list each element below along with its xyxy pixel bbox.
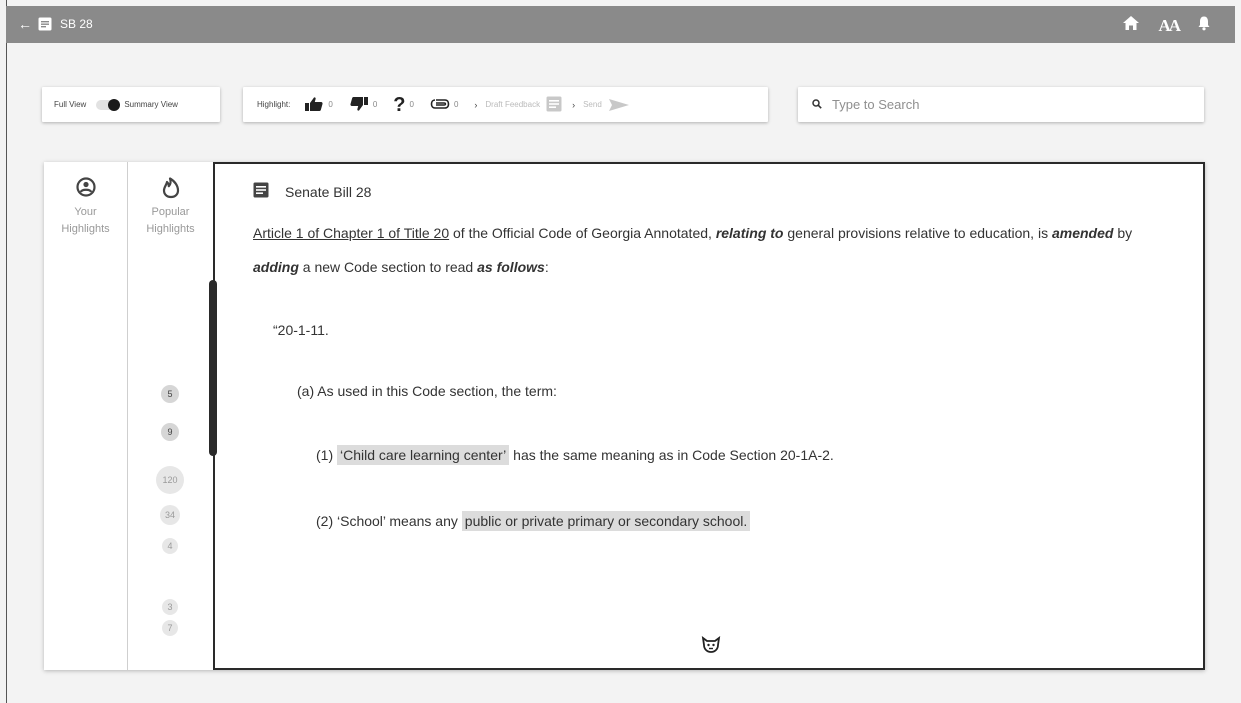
question-icon: ?	[393, 93, 406, 116]
highlight-count-bubble[interactable]: 4	[162, 538, 178, 554]
popular-highlights-label-1: Popular	[151, 206, 190, 218]
definition-item-2: (2) ‘School’ means any public or private…	[316, 511, 751, 531]
your-highlights-column: Your Highlights	[44, 162, 128, 670]
chevron-right-icon-2: ›	[572, 99, 576, 110]
appbar-actions: AA	[1122, 15, 1211, 36]
search-input[interactable]	[832, 97, 1172, 112]
intro-emphasis: adding	[253, 259, 299, 275]
your-highlights-tab[interactable]: Your Highlights	[44, 177, 127, 238]
bell-icon[interactable]	[1197, 15, 1211, 36]
highlighted-text[interactable]: ‘Child care learning center’	[337, 445, 510, 465]
app-title: SB 28	[60, 17, 93, 31]
intro-text: of the Official Code of Georgia Annotate…	[449, 225, 716, 241]
search-box	[798, 87, 1204, 122]
arrow-left-icon[interactable]: ←	[18, 15, 32, 33]
send-button[interactable]: Send	[583, 98, 630, 112]
intro-text: general provisions relative to education…	[783, 225, 1052, 241]
app-bar: ← SB 28 AA	[6, 6, 1235, 43]
home-icon[interactable]	[1122, 15, 1140, 36]
attachment-count: 0	[453, 100, 459, 109]
highlight-count-bubble[interactable]: 7	[162, 620, 178, 636]
attachment-button[interactable]: 0	[430, 98, 458, 112]
intro-emphasis: as follows	[477, 259, 545, 275]
highlighted-text[interactable]: public or private primary or secondary s…	[461, 511, 751, 531]
intro-text: a new Code section to read	[298, 259, 478, 275]
main-panel: Your Highlights Popular Highlights 5 9 1…	[44, 162, 1205, 670]
popular-highlights-column: Popular Highlights 5 9 120 34 4 3 7	[128, 162, 213, 670]
highlight-count-bubble[interactable]: 5	[161, 385, 179, 403]
intro-emphasis: relating to	[715, 225, 784, 241]
highlight-count-bubble[interactable]: 120	[156, 466, 184, 494]
intro-paragraph: Article 1 of Chapter 1 of Title 20 of th…	[253, 216, 1153, 284]
thumbs-up-button[interactable]: 0	[304, 96, 333, 114]
document-title-text: Senate Bill 28	[285, 183, 372, 200]
flame-icon	[128, 177, 213, 201]
code-reference-link[interactable]: Article 1 of Chapter 1 of Title 20	[253, 225, 449, 241]
definition-item-1: (1) ‘Child care learning center’ has the…	[316, 445, 834, 465]
highlight-count-bubble[interactable]: 34	[160, 505, 180, 525]
draft-feedback-label: Draft Feedback	[485, 100, 541, 109]
item-1-text: has the same meaning as in Code Section …	[509, 447, 834, 463]
send-label: Send	[583, 100, 602, 109]
highlight-count-bubble[interactable]: 9	[161, 423, 179, 441]
thumbs-down-icon	[349, 96, 369, 114]
document-icon	[38, 17, 52, 36]
highlight-count-bubble[interactable]: 3	[162, 599, 178, 615]
popular-highlights-tab[interactable]: Popular Highlights	[128, 177, 213, 238]
thumbs-up-icon	[304, 96, 324, 114]
question-count: 0	[409, 100, 414, 109]
summary-view-label[interactable]: Summary View	[124, 100, 178, 109]
item-2-prefix: (2) ‘School’ means any	[316, 513, 462, 529]
intro-emphasis: amended	[1051, 225, 1114, 241]
intro-text: by	[1113, 225, 1133, 241]
view-toggle-card: Full View Summary View	[42, 87, 220, 122]
toggle-knob	[108, 98, 121, 111]
your-highlights-label-1: Your	[74, 206, 97, 218]
question-button[interactable]: ? 0	[393, 93, 414, 116]
thumbs-up-count: 0	[328, 100, 333, 109]
text-size-icon[interactable]: AA	[1158, 16, 1181, 35]
person-icon	[44, 177, 127, 201]
popular-highlights-label-2: Highlights	[146, 223, 195, 235]
your-highlights-label-2: Highlights	[61, 223, 110, 235]
document-icon	[253, 182, 269, 201]
highlight-toolbar: Highlight: 0 0 ? 0 0 › Draft Feedback › …	[243, 87, 768, 122]
draft-feedback-button[interactable]: Draft Feedback	[485, 96, 562, 114]
thumbs-down-count: 0	[372, 100, 378, 109]
mascot-icon	[701, 635, 721, 659]
intro-text: :	[544, 259, 549, 275]
document-title: Senate Bill 28	[253, 182, 371, 201]
full-view-label[interactable]: Full View	[54, 100, 86, 109]
chevron-right-icon: ›	[474, 99, 478, 110]
document-view: Senate Bill 28 Article 1 of Chapter 1 of…	[213, 162, 1205, 670]
thumbs-down-button[interactable]: 0	[349, 96, 377, 114]
draft-document-icon	[546, 96, 562, 114]
view-toggle-switch[interactable]	[96, 98, 121, 111]
clause-a: (a) As used in this Code section, the te…	[297, 383, 557, 399]
send-icon	[608, 98, 629, 111]
paperclip-icon	[430, 98, 450, 112]
section-number: “20-1-11.	[273, 322, 329, 338]
highlight-label: Highlight:	[257, 100, 291, 109]
item-1-prefix: (1)	[316, 447, 337, 463]
search-icon	[812, 96, 822, 114]
